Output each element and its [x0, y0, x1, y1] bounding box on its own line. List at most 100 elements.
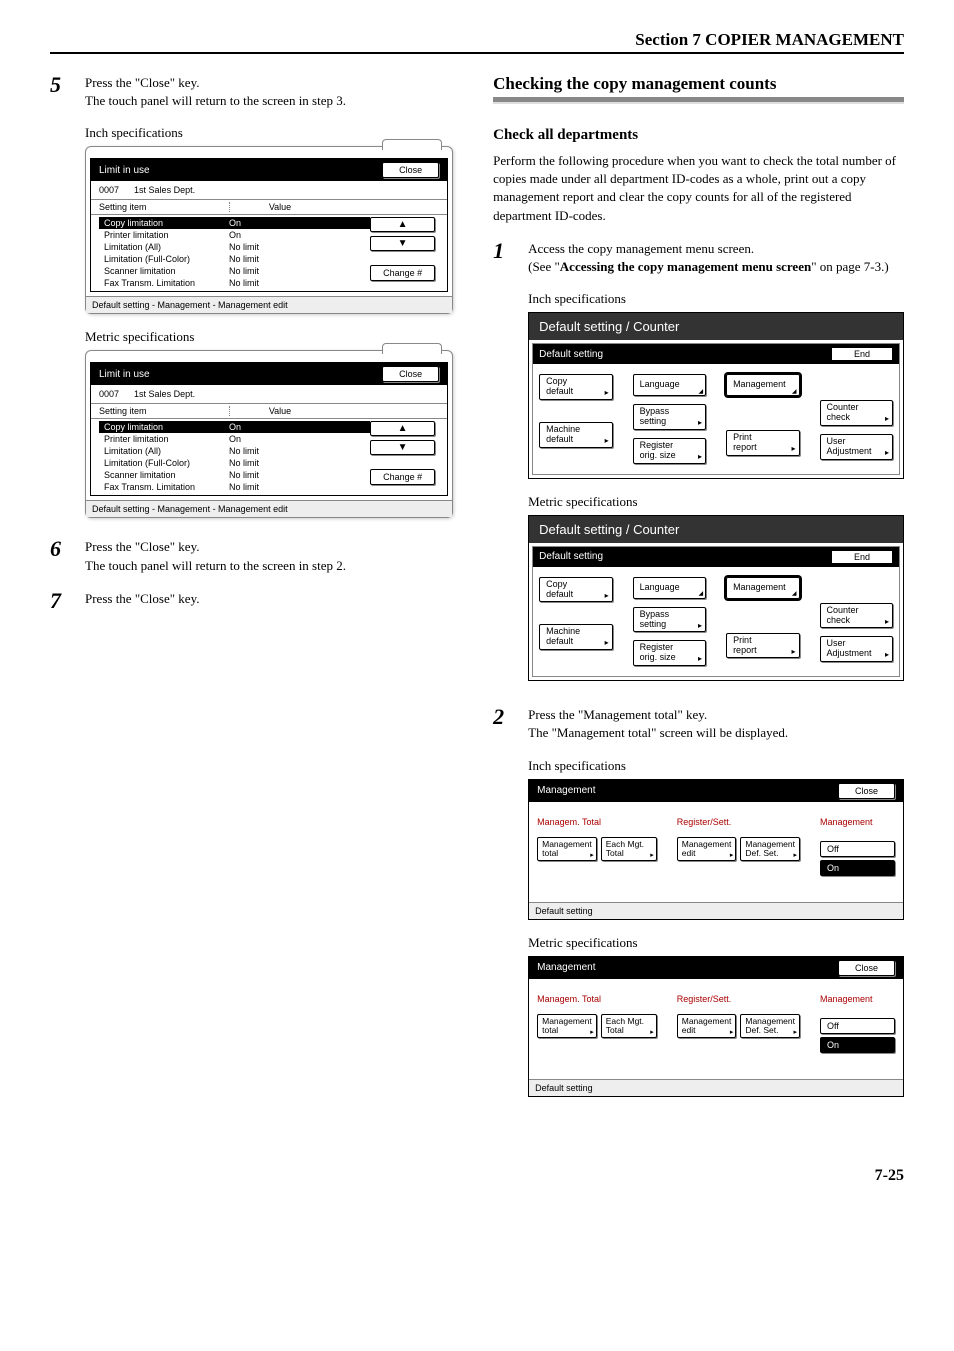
up-arrow-button[interactable]: ▲ — [370, 421, 435, 436]
table-row[interactable]: Limitation (All)No limit — [99, 241, 370, 253]
step-text: Access the copy management menu screen. … — [528, 240, 904, 276]
down-arrow-button[interactable]: ▼ — [370, 236, 435, 251]
off-button[interactable]: Off — [820, 841, 895, 857]
management-edit-button[interactable]: Management edit — [677, 1014, 737, 1039]
step-2: 2 Press the "Management total" key. The … — [493, 706, 904, 742]
change-number-button[interactable]: Change # — [370, 469, 435, 485]
on-button[interactable]: On — [820, 1037, 895, 1053]
tab-label: Default setting — [539, 551, 603, 562]
step2-line2: The "Management total" screen will be di… — [528, 725, 788, 740]
bypass-setting-button[interactable]: Bypass setting — [633, 607, 706, 633]
management-screenshot-inch: Management Close Managem. Total Manageme… — [528, 779, 904, 920]
step2-line1: Press the "Management total" key. — [528, 707, 707, 722]
counter-check-button[interactable]: Counter check — [820, 400, 893, 426]
table-row[interactable]: Printer limitationOn — [99, 229, 370, 241]
step1-line1: Access the copy management menu screen. — [528, 241, 754, 256]
down-arrow-button[interactable]: ▼ — [370, 440, 435, 455]
table-row[interactable]: Scanner limitationNo limit — [99, 469, 370, 481]
page-number: 7-25 — [50, 1167, 904, 1185]
row-value: No limit — [229, 266, 289, 276]
on-button[interactable]: On — [820, 860, 895, 876]
table-row[interactable]: Limitation (Full-Color)No limit — [99, 253, 370, 265]
print-report-button[interactable]: Print report — [726, 430, 799, 456]
step-7: 7 Press the "Close" key. — [50, 590, 453, 612]
default-setting-screenshot-inch: Default setting / Counter Default settin… — [528, 312, 904, 479]
language-button[interactable]: Language — [633, 374, 706, 396]
register-orig-size-button[interactable]: Register orig. size — [633, 640, 706, 666]
row-item: Copy limitation — [99, 218, 229, 228]
management-screenshot-metric: Management Close Managem. Total Manageme… — [528, 956, 904, 1097]
user-adjustment-button[interactable]: User Adjustment — [820, 434, 893, 460]
management-button[interactable]: Management — [726, 374, 799, 396]
section-title: Checking the copy management counts — [493, 74, 904, 102]
row-value: No limit — [229, 458, 289, 468]
close-button[interactable]: Close — [382, 366, 439, 382]
close-button[interactable]: Close — [382, 162, 439, 178]
user-adjustment-button[interactable]: User Adjustment — [820, 636, 893, 662]
ss-header: Default setting / Counter — [529, 313, 903, 340]
machine-default-button[interactable]: Machine default — [539, 422, 612, 448]
metric-spec-label: Metric specifications — [528, 935, 904, 951]
dept-code: 0007 — [99, 389, 119, 399]
management-def-set-button[interactable]: Management Def. Set. — [740, 1014, 800, 1039]
section-header: Section 7 COPIER MANAGEMENT — [50, 30, 904, 54]
up-arrow-button[interactable]: ▲ — [370, 217, 435, 232]
row-value: On — [229, 218, 289, 228]
management-total-button[interactable]: Management total — [537, 837, 597, 862]
copy-default-button[interactable]: Copy default — [539, 577, 612, 603]
table-row[interactable]: Limitation (Full-Color)No limit — [99, 457, 370, 469]
table-row[interactable]: Fax Transm. LimitationNo limit — [99, 481, 370, 493]
ss-title-text: Management — [537, 962, 595, 973]
bypass-setting-button[interactable]: Bypass setting — [633, 404, 706, 430]
step-1: 1 Access the copy management menu screen… — [493, 240, 904, 276]
group-label: Management — [820, 994, 895, 1004]
end-button[interactable]: End — [831, 550, 893, 564]
right-column: Checking the copy management counts Chec… — [493, 74, 904, 1107]
ss-title-text: Management — [537, 785, 595, 796]
off-button[interactable]: Off — [820, 1018, 895, 1034]
table-row[interactable]: Fax Transm. LimitationNo limit — [99, 277, 370, 289]
management-edit-button[interactable]: Management edit — [677, 837, 737, 862]
breadcrumb: Default setting - Management - Managemen… — [86, 296, 452, 313]
step-5: 5 Press the "Close" key. The touch panel… — [50, 74, 453, 110]
row-value: No limit — [229, 242, 289, 252]
group-label: Register/Sett. — [677, 994, 800, 1004]
print-report-button[interactable]: Print report — [726, 633, 799, 659]
machine-default-button[interactable]: Machine default — [539, 624, 612, 650]
table-row[interactable]: Scanner limitationNo limit — [99, 265, 370, 277]
change-number-button[interactable]: Change # — [370, 265, 435, 281]
close-button[interactable]: Close — [838, 960, 895, 976]
copy-default-button[interactable]: Copy default — [539, 374, 612, 400]
table-row[interactable]: Printer limitationOn — [99, 433, 370, 445]
end-button[interactable]: End — [831, 347, 893, 361]
management-def-set-button[interactable]: Management Def. Set. — [740, 837, 800, 862]
counter-check-button[interactable]: Counter check — [820, 603, 893, 629]
col-value: Value — [229, 406, 320, 416]
each-mgt-total-button[interactable]: Each Mgt. Total — [601, 1014, 657, 1039]
management-total-button[interactable]: Management total — [537, 1014, 597, 1039]
dept-name: 1st Sales Dept. — [134, 389, 195, 399]
management-button[interactable]: Management — [726, 577, 799, 599]
step-number: 5 — [50, 74, 70, 96]
table-row[interactable]: Copy limitationOn — [99, 421, 370, 433]
table-row[interactable]: Copy limitationOn — [99, 217, 370, 229]
group-label: Managem. Total — [537, 994, 657, 1004]
table-row[interactable]: Limitation (All)No limit — [99, 445, 370, 457]
dept-name: 1st Sales Dept. — [134, 185, 195, 195]
tab-label: Default setting — [539, 349, 603, 360]
step-number: 6 — [50, 538, 70, 560]
close-button[interactable]: Close — [838, 783, 895, 799]
group-label: Register/Sett. — [677, 817, 800, 827]
step-text: Press the "Management total" key. The "M… — [528, 706, 904, 742]
row-value: No limit — [229, 446, 289, 456]
language-button[interactable]: Language — [633, 577, 706, 599]
ss-title-text: Limit in use — [99, 165, 150, 176]
col-value: Value — [229, 202, 320, 212]
row-item: Printer limitation — [99, 434, 229, 444]
register-orig-size-button[interactable]: Register orig. size — [633, 438, 706, 464]
limit-screenshot-inch: Limit in use Close 0007 1st Sales Dept. … — [85, 146, 453, 314]
step5-line2: The touch panel will return to the scree… — [85, 93, 346, 108]
each-mgt-total-button[interactable]: Each Mgt. Total — [601, 837, 657, 862]
row-item: Scanner limitation — [99, 470, 229, 480]
step-text: Press the "Close" key. The touch panel w… — [85, 538, 453, 574]
